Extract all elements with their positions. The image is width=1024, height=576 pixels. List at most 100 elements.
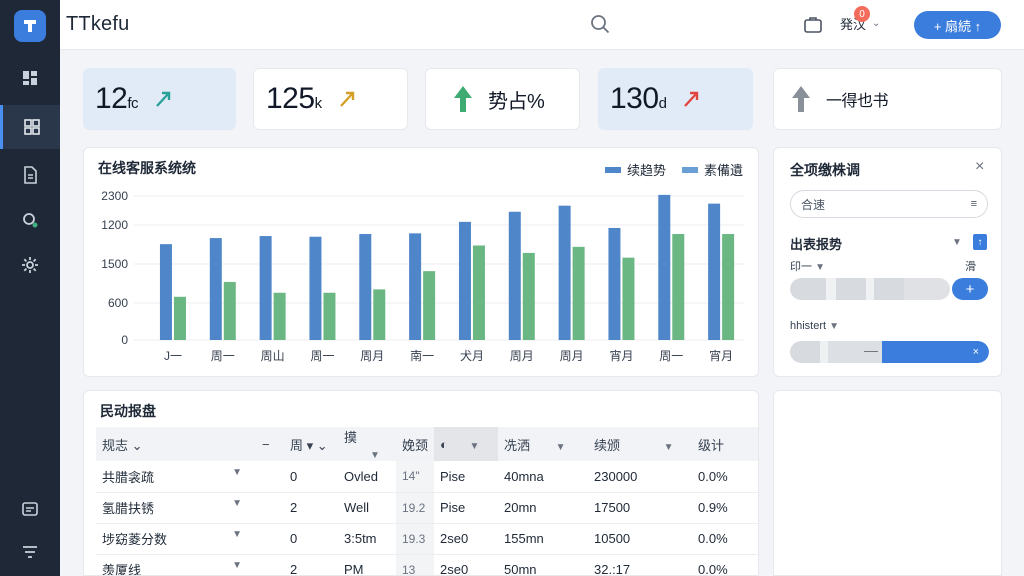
bar-green[interactable] [373,289,386,340]
dashboard-icon[interactable] [0,56,60,100]
bar-green[interactable] [423,271,436,340]
row-expand-icon[interactable]: ▼ [232,467,242,478]
column-header[interactable]: 冼洒 ▼ [498,427,588,461]
row-expand-icon[interactable]: ▼ [232,498,242,509]
bar-green[interactable] [722,234,735,340]
row-expand-icon[interactable]: ▼ [232,529,242,540]
bar-blue[interactable] [508,211,521,340]
table-cell [256,461,284,493]
table-cell: 共腊衾疏 ▼ [96,461,256,493]
column-header[interactable]: 级计 [692,427,758,461]
top-header: TTkefu 発汉 ⌄ 0 + 扇続 ↑ [60,0,1024,50]
bar-blue[interactable] [159,244,172,340]
table-cell: 13 [396,554,434,575]
section2-label[interactable]: hhistert ▼ [790,320,839,332]
range-clear-icon[interactable]: × [882,341,989,363]
bar-blue[interactable] [359,234,372,340]
bar-blue[interactable] [259,236,272,340]
add-button[interactable]: + [952,278,988,300]
close-icon[interactable]: × [975,158,984,176]
bar-green[interactable] [273,292,286,340]
cell-text: 155mn [504,531,544,546]
trend-up-icon [156,91,171,107]
cell-text: 0.0% [698,531,728,546]
bar-blue[interactable] [558,205,571,340]
table-cell: 0.9% [692,492,758,524]
cell-text: 19.3 [402,531,426,546]
column-header[interactable]: 规志 ⌄ [96,427,256,461]
stat-card-3[interactable]: 势占% [425,68,580,130]
arrow-up-icon [454,86,472,112]
stat-card-5[interactable]: 一得也书 [773,68,1002,130]
bar-green[interactable] [323,292,336,340]
bar-blue[interactable] [209,238,222,340]
segment-control-1[interactable] [790,278,950,300]
chevron-down-icon[interactable]: ▼ [952,237,962,248]
column-header[interactable]: 娩颈 [396,427,434,461]
column-header[interactable]: 续颁 ▼ [588,427,692,461]
range-slider[interactable]: × [790,341,989,363]
bar-blue[interactable] [658,194,671,340]
stat-value: 125k [266,82,322,115]
column-sort[interactable]: − [256,427,284,461]
bar-green[interactable] [522,252,535,340]
bar-green[interactable] [173,296,186,340]
table-cell: 14" [396,461,434,493]
column-header[interactable]: 摸 ▼ [338,427,396,461]
app-logo-icon[interactable] [14,10,46,42]
x-tick-label: 周月 [360,349,384,363]
bar-green[interactable] [223,281,236,340]
bar-blue[interactable] [458,221,471,340]
briefcase-icon[interactable] [802,14,824,36]
filter-input-value: 合速 [801,197,826,212]
chat-icon[interactable] [0,488,60,532]
x-tick-label: 周一 [659,349,683,363]
filter-panel-title: 全项缴株调 [790,162,860,178]
table-row[interactable]: 共腊衾疏 ▼ 0 Ovled 14" Pise 40mna 230000 0.0% [96,461,758,493]
filter-icon[interactable] [0,530,60,574]
cell-text: 2 [290,562,298,576]
search-user-icon[interactable] [0,198,60,242]
bar-green[interactable] [572,246,585,340]
table-cell: PM [338,554,396,576]
stat-card-2[interactable]: 125k [253,68,408,130]
table-title: 民动报盘 [100,403,156,419]
sort-up-button[interactable]: ↑ [973,234,987,250]
bar-blue[interactable] [608,227,621,340]
input-edit-icon[interactable]: ≡ [971,198,977,210]
bar-blue[interactable] [309,236,322,340]
bar-green[interactable] [472,245,485,341]
table-row[interactable]: 氢腊扶锈 ▼ 2 Well 19.2 Pise 20mn 17500 0.9% [96,492,758,524]
table-cell: 50mn [498,554,588,575]
trend-up-icon [684,91,699,107]
cell-text: Pise [440,468,466,484]
search-icon[interactable] [589,13,611,35]
gear-icon[interactable] [0,243,60,287]
document-icon[interactable] [0,153,60,197]
cell-text: 230000 [594,468,638,484]
grid-icon[interactable] [0,105,60,149]
section-sub-right: 滑 [965,261,976,273]
stat-card-1[interactable]: 12fc [83,68,236,130]
bar-green[interactable] [622,257,635,340]
section-sub-label[interactable]: 印一 ▼ [790,258,825,274]
cell-text: 20mn [504,500,537,515]
cell-text: PM [344,562,364,576]
stat-card-4[interactable]: 130d [598,68,753,130]
bar-blue[interactable] [708,203,721,340]
y-tick-label: 1500 [101,257,128,271]
table-cell: 羡厦线 ▼ [96,554,256,575]
y-tick-label: 0 [121,333,128,347]
column-header-toggle[interactable]: ◐ ▼ [434,427,498,461]
column-header[interactable]: 周 ▾ ⌄ [284,427,338,461]
create-button[interactable]: + 扇続 ↑ [914,11,1001,39]
cell-text: 14" [402,469,420,484]
side-empty-panel [773,390,1002,576]
filter-search-input[interactable]: 合速 ≡ [790,190,988,218]
bar-green[interactable] [672,234,685,340]
table-row[interactable]: 羡厦线 ▼ 2 PM 13 2se0 50mn 32.:17 0.0% [96,554,758,576]
row-expand-icon[interactable]: ▼ [232,560,242,571]
table-row[interactable]: 埗窈菱分数 ▼ 0 3:5tm 19.3 2se0 155mn 10500 0.0% [96,523,758,555]
bar-blue[interactable] [409,233,422,340]
cell-text: 0.9% [698,500,728,515]
